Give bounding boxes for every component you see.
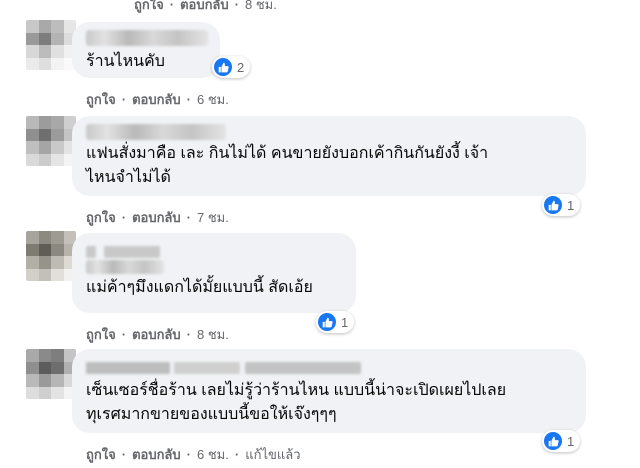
commenter-name[interactable]	[86, 359, 572, 375]
separator-dot: ·	[186, 327, 191, 342]
timestamp[interactable]: 6 ชม.	[197, 89, 229, 110]
separator-dot: ·	[169, 0, 175, 12]
reply-link[interactable]: ตอบกลับ	[132, 324, 181, 345]
comment-actions: ถูกใจ · ตอบกลับ · 7 ชม.	[86, 207, 229, 228]
timestamp[interactable]: 8 ชม.	[245, 0, 277, 15]
like-link[interactable]: ถูกใจ	[86, 89, 116, 110]
like-thumb-icon	[544, 196, 562, 214]
comment-actions-top: ถูกใจ · ตอบกลับ · 8 ชม.	[134, 0, 277, 15]
reaction-count: 1	[341, 314, 349, 330]
comment-bubble: ร้านไหนคับ	[72, 22, 220, 78]
avatar[interactable]	[26, 20, 76, 70]
reaction-count: 1	[567, 197, 575, 213]
timestamp[interactable]: 6 ชม.	[197, 444, 229, 465]
reply-link[interactable]: ตอบกลับ	[132, 207, 181, 228]
like-thumb-icon	[544, 432, 562, 450]
avatar[interactable]	[26, 116, 76, 166]
reaction-summary[interactable]: 1	[542, 194, 581, 216]
separator-dot: ·	[234, 0, 239, 12]
comment-text: เซ็นเซอร์ชื่อร้าน เลยไม่รู้ว่าร้านไหน แบ…	[86, 382, 507, 423]
separator-dot: ·	[121, 327, 127, 342]
commenter-name[interactable]	[86, 124, 226, 140]
separator-dot: ·	[186, 210, 191, 225]
separator-dot: ·	[186, 447, 191, 462]
comment-bubble: แม่ค้าๆมึงแดกได้มั้ยแบบนี้ สัดเอ้ย	[72, 233, 356, 313]
comment-bubble: แฟนสั่งมาคือ เละ กินไม่ได้ คนขายยังบอกเค…	[72, 116, 586, 196]
timestamp[interactable]: 8 ชม.	[197, 324, 229, 345]
reply-link[interactable]: ตอบกลับ	[180, 0, 229, 15]
reaction-summary[interactable]: 1	[542, 430, 581, 452]
reaction-summary[interactable]: 1	[316, 311, 355, 333]
separator-dot: ·	[234, 447, 240, 462]
reaction-count: 1	[567, 433, 575, 449]
separator-dot: ·	[121, 447, 127, 462]
commenter-name-blurred	[86, 260, 164, 274]
reaction-count: 2	[237, 59, 245, 75]
comment-text: แฟนสั่งมาคือ เละ กินไม่ได้ คนขายยังบอกเค…	[86, 145, 489, 186]
comment-text: ร้านไหนคับ	[86, 53, 165, 70]
timestamp[interactable]: 7 ชม.	[197, 207, 229, 228]
comment-bubble: เซ็นเซอร์ชื่อร้าน เลยไม่รู้ว่าร้านไหน แบ…	[72, 349, 586, 433]
commenter-name[interactable]	[86, 243, 342, 258]
avatar[interactable]	[26, 231, 76, 281]
like-link[interactable]: ถูกใจ	[86, 207, 116, 228]
like-thumb-icon	[214, 58, 232, 76]
comment-text: แม่ค้าๆมึงแดกได้มั้ยแบบนี้ สัดเอ้ย	[86, 279, 313, 296]
like-thumb-icon	[318, 313, 336, 331]
comment-actions: ถูกใจ · ตอบกลับ · 6 ชม.	[86, 89, 229, 110]
separator-dot: ·	[186, 92, 191, 107]
separator-dot: ·	[121, 92, 127, 107]
reaction-summary[interactable]: 2	[212, 56, 251, 78]
separator-dot: ·	[121, 210, 127, 225]
reply-link[interactable]: ตอบกลับ	[132, 89, 181, 110]
edited-label[interactable]: แก้ไขแล้ว	[245, 444, 300, 465]
like-link[interactable]: ถูกใจ	[134, 0, 164, 15]
comment-actions: ถูกใจ · ตอบกลับ · 8 ชม.	[86, 324, 229, 345]
avatar[interactable]	[26, 349, 76, 399]
like-link[interactable]: ถูกใจ	[86, 324, 116, 345]
like-link[interactable]: ถูกใจ	[86, 444, 116, 465]
commenter-name[interactable]	[86, 30, 208, 46]
comment-actions: ถูกใจ · ตอบกลับ · 6 ชม. · แก้ไขแล้ว	[86, 444, 301, 465]
reply-link[interactable]: ตอบกลับ	[132, 444, 181, 465]
